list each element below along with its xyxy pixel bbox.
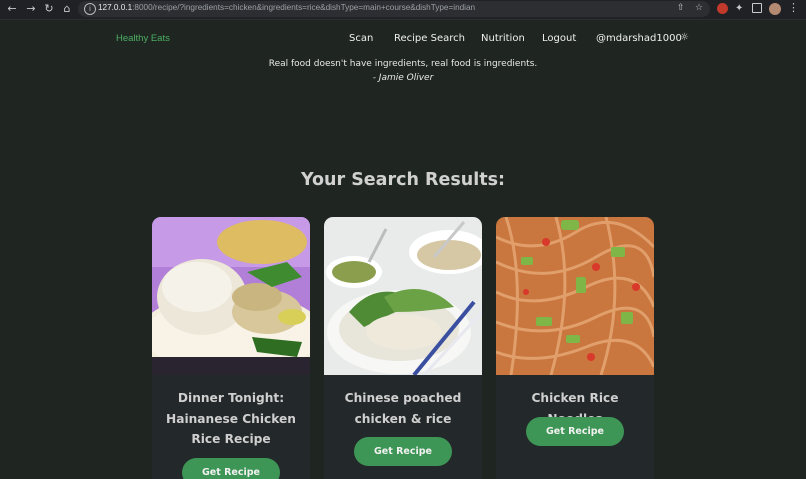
puzzle-icon[interactable]: ✦ [735,3,746,14]
extension-icon[interactable] [717,3,728,14]
forward-icon[interactable]: → [24,2,38,16]
nav-recipe-search[interactable]: Recipe Search [394,33,465,44]
back-icon[interactable]: ← [5,2,19,16]
home-icon[interactable]: ⌂ [60,2,74,16]
quote-text: Real food doesn't have ingredients, real… [268,59,538,69]
results-heading: Your Search Results: [300,170,506,190]
nav-nutrition[interactable]: Nutrition [481,33,525,44]
get-recipe-button[interactable]: Get Recipe [182,458,280,479]
recipe-image [496,217,654,375]
recipe-card: Chicken Rice Noodles Get Recipe [496,217,654,479]
reload-icon[interactable]: ↻ [42,2,56,16]
nav-user[interactable]: @mdarshad1000 [596,33,682,44]
get-recipe-button[interactable]: Get Recipe [526,417,624,446]
recipe-image [324,217,482,375]
recipe-card: Dinner Tonight: Hainanese Chicken Rice R… [152,217,310,479]
profile-avatar[interactable] [769,3,781,15]
recipe-title: Chinese poached chicken & rice [344,391,462,426]
address-bar[interactable]: i 127.0.0.1:8000/recipe/?ingredients=chi… [78,1,710,17]
recipe-title: Dinner Tonight: Hainanese Chicken Rice R… [166,391,296,446]
brand-logo[interactable]: Healthy Eats [116,33,170,44]
sun-icon[interactable]: ☼ [680,33,690,43]
nav-logout[interactable]: Logout [542,33,576,44]
get-recipe-button[interactable]: Get Recipe [354,437,452,466]
menu-icon[interactable]: ⋮ [788,1,799,14]
quote-author: - Jamie Oliver [372,73,434,83]
nav-scan[interactable]: Scan [349,33,373,44]
recipe-card: Chinese poached chicken & rice Get Recip… [324,217,482,479]
browser-toolbar: ← → ↻ ⌂ i 127.0.0.1:8000/recipe/?ingredi… [0,0,806,20]
site-info-icon[interactable]: i [84,3,96,15]
recipe-image [152,217,310,375]
url-text[interactable]: 127.0.0.1:8000/recipe/?ingredients=chick… [98,3,475,12]
share-icon[interactable]: ⇧ [677,3,685,13]
bookmark-star-icon[interactable]: ☆ [695,3,703,13]
sidepanel-icon[interactable] [752,3,762,13]
